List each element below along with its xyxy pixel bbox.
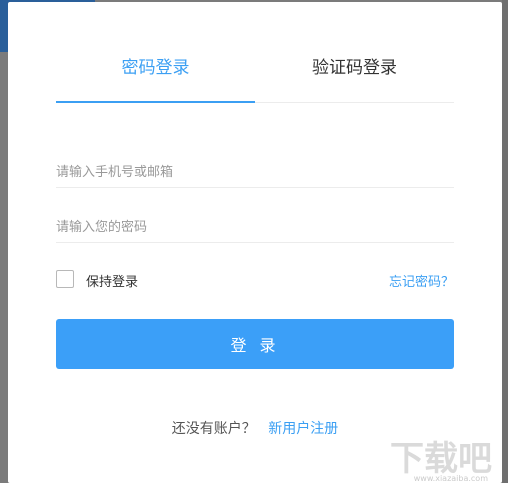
active-tab-underline — [56, 101, 255, 103]
password-field — [56, 212, 454, 243]
register-row: 还没有账户？ 新用户注册 — [8, 418, 502, 438]
backdrop-edge — [502, 0, 508, 483]
tab-password-login[interactable]: 密码登录 — [56, 56, 255, 80]
watermark-url: www.xiazaiba.com — [413, 474, 488, 483]
register-link[interactable]: 新用户注册 — [268, 421, 338, 437]
tab-code-login[interactable]: 验证码登录 — [255, 56, 454, 80]
watermark-logo: 下载吧 — [390, 439, 492, 479]
login-modal: 密码登录 验证码登录 保持登录 忘记密码？ 登 录 还没有账户？ 新用户注册 下… — [8, 2, 502, 483]
login-button[interactable]: 登 录 — [56, 319, 454, 369]
remember-row: 保持登录 忘记密码？ — [56, 270, 454, 290]
remember-checkbox[interactable] — [56, 270, 74, 288]
password-input[interactable] — [56, 212, 454, 242]
tab-password-login-label: 密码登录 — [121, 58, 190, 78]
no-account-text: 还没有账户？ — [171, 421, 256, 437]
phone-email-field — [56, 157, 454, 188]
login-tabs: 密码登录 验证码登录 — [56, 2, 454, 103]
remember-label: 保持登录 — [86, 275, 139, 290]
forgot-password-link[interactable]: 忘记密码？ — [389, 271, 454, 290]
phone-email-input[interactable] — [56, 157, 454, 187]
tab-code-login-label: 验证码登录 — [312, 58, 397, 78]
